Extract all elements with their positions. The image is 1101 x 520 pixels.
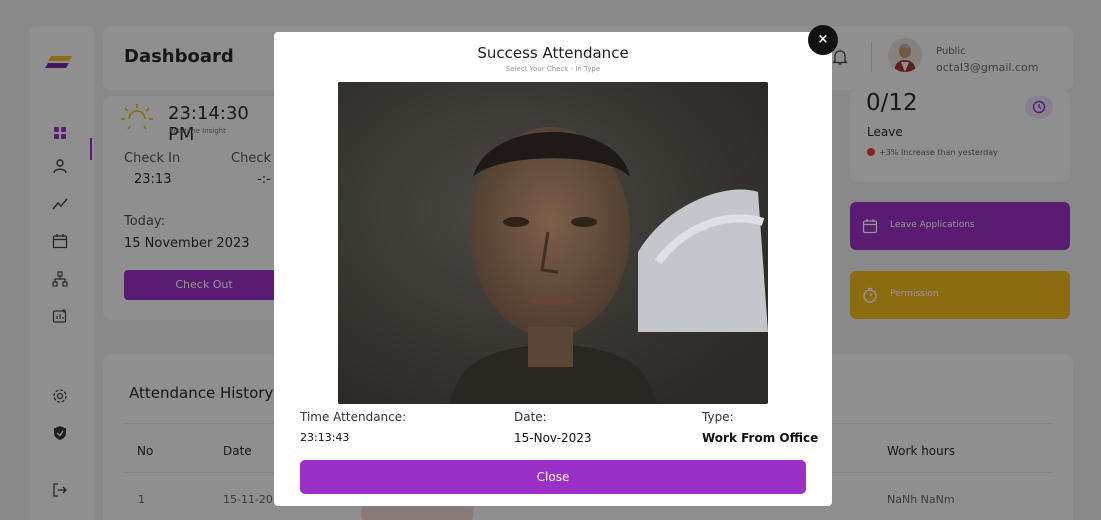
- time-attendance-value: 23:13:43: [300, 431, 350, 444]
- close-icon[interactable]: ×: [808, 25, 838, 55]
- success-attendance-modal: Success Attendance Select Your Check - I…: [274, 32, 832, 506]
- type-value: Work From Office: [702, 431, 819, 445]
- type-label: Type:: [702, 410, 734, 424]
- date-label: Date:: [514, 410, 547, 424]
- modal-subtitle: Select Your Check - In Type: [505, 65, 601, 73]
- attendance-photo: [338, 82, 768, 404]
- close-button[interactable]: Close: [300, 460, 806, 494]
- modal-title: Success Attendance: [477, 44, 629, 62]
- date-value: 15-Nov-2023: [514, 431, 592, 445]
- time-attendance-label: Time Attendance:: [300, 410, 407, 424]
